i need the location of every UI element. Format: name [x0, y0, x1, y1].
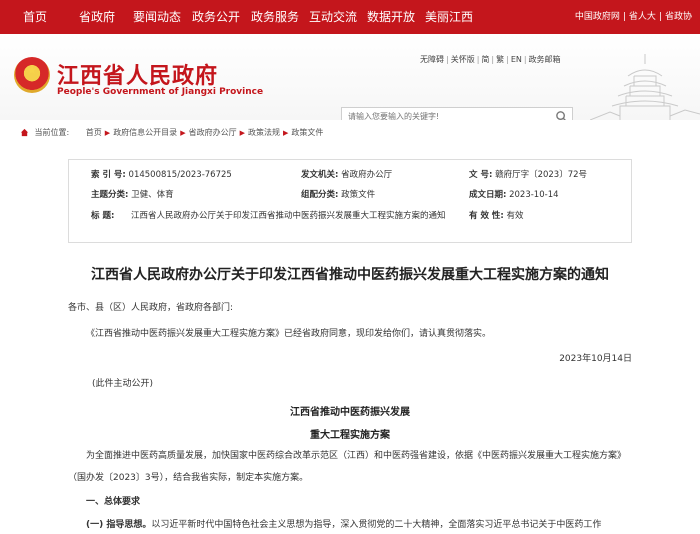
nav-gov-services[interactable]: 政务服务 — [251, 0, 299, 34]
search-input[interactable] — [342, 108, 542, 120]
link-provincial-congress[interactable]: 省人大 — [629, 12, 656, 22]
top-right-links: 中国政府网 | 省人大 | 省政协 — [574, 12, 692, 22]
pagoda-decoration-icon — [590, 54, 700, 120]
link-accessibility[interactable]: 无障碍 — [420, 55, 444, 64]
info-issuer: 发文机关: 省政府办公厅 — [301, 170, 393, 180]
nav-open-data[interactable]: 数据开放 — [367, 0, 415, 34]
nav-beautiful-jiangxi[interactable]: 美丽江西 — [425, 0, 473, 34]
search-icon[interactable] — [555, 110, 568, 120]
document-date: 2023年10月14日 — [559, 354, 632, 364]
breadcrumb-label: 当前位置: — [34, 128, 70, 137]
info-document-number: 文 号: 赣府厅字〔2023〕72号 — [469, 170, 588, 180]
chevron-right-icon: ▶ — [104, 129, 111, 137]
document-title: 江西省人民政府办公厅关于印发江西省推动中医药振兴发展重大工程实施方案的通知 — [91, 267, 609, 283]
nav-public-affairs[interactable]: 政务公开 — [192, 0, 240, 34]
top-nav-bar: 首页 省政府 要闻动态 政务公开 政务服务 互动交流 数据开放 美丽江西 中国政… — [0, 0, 700, 34]
nav-province-government[interactable]: 省政府 — [79, 0, 115, 34]
document-info-box: 索 引 号: 014500815/2023-76725 发文机关: 省政府办公厅… — [68, 159, 632, 243]
document-salutation: 各市、县（区）人民政府，省政府各部门: — [68, 303, 234, 313]
header-utility-links: 无障碍 | 关怀版 | 简 | 繁 | EN | 政务邮箱 — [420, 55, 561, 64]
breadcrumb-policy-documents[interactable]: 政策文件 — [291, 128, 323, 137]
link-china-gov[interactable]: 中国政府网 — [575, 12, 620, 22]
plan-intro-paragraph: 为全面推进中医药高质量发展，加快国家中医药综合改革示范区（江西）和中医药强省建设… — [68, 451, 627, 483]
info-genre: 组配分类: 政策文件 — [301, 190, 376, 200]
info-index-number: 索 引 号: 014500815/2023-76725 — [91, 170, 232, 180]
breadcrumb-info-catalog[interactable]: 政府信息公开目录 — [113, 128, 177, 137]
national-emblem-icon: ★ — [14, 57, 50, 93]
link-traditional[interactable]: 繁 — [496, 55, 504, 64]
breadcrumb-home[interactable]: 首页 — [86, 128, 102, 137]
info-validity: 有 效 性: 有效 — [469, 211, 524, 221]
info-written-date: 成文日期: 2023-10-14 — [469, 190, 559, 200]
location-home-icon — [20, 128, 29, 137]
link-english[interactable]: EN — [511, 55, 522, 64]
breadcrumb-general-office[interactable]: 省政府办公厅 — [189, 128, 237, 137]
site-title[interactable]: 江西省人民政府 — [57, 58, 218, 90]
link-care-version[interactable]: 关怀版 — [451, 55, 475, 64]
section-heading: 一、总体要求 — [86, 497, 141, 507]
document-public-note: (此件主动公开) — [92, 379, 154, 389]
site-subtitle: People's Government of Jiangxi Province — [57, 87, 264, 97]
chevron-right-icon: ▶ — [282, 129, 289, 137]
nav-news[interactable]: 要闻动态 — [133, 0, 181, 34]
nav-interaction[interactable]: 互动交流 — [309, 0, 357, 34]
search-box — [341, 107, 573, 120]
chevron-right-icon: ▶ — [239, 129, 245, 137]
breadcrumb: 当前位置: 首页 ▶ 政府信息公开目录 ▶ 省政府办公厅 ▶ 政策法规 ▶ 政策文件 — [20, 127, 323, 138]
info-title-label: 标 题: — [91, 211, 115, 221]
nav-home[interactable]: 首页 — [23, 0, 47, 34]
guiding-ideology-paragraph: (一) 指导思想。以习近平新时代中国特色社会主义思想为指导，深入贯彻党的二十大精… — [86, 520, 602, 530]
site-header: ★ 江西省人民政府 People's Government of Jiangxi… — [0, 34, 700, 120]
link-provincial-cppcc[interactable]: 省政协 — [665, 12, 692, 22]
info-title-value: 江西省人民政府办公厅关于印发江西省推动中医药振兴发展重大工程实施方案的通知 — [131, 211, 446, 221]
chevron-right-icon: ▶ — [180, 129, 186, 137]
link-gov-mail[interactable]: 政务邮箱 — [529, 55, 561, 64]
info-topic: 主题分类: 卫健、体育 — [91, 190, 174, 200]
breadcrumb-policy-regulations[interactable]: 政策法规 — [248, 128, 280, 137]
plan-title-line-1: 江西省推动中医药振兴发展 — [290, 407, 410, 418]
document-body-paragraph: 《江西省推动中医药振兴发展重大工程实施方案》已经省政府同意，现印发给你们，请认真… — [86, 329, 492, 339]
plan-title-line-2: 重大工程实施方案 — [310, 430, 390, 441]
